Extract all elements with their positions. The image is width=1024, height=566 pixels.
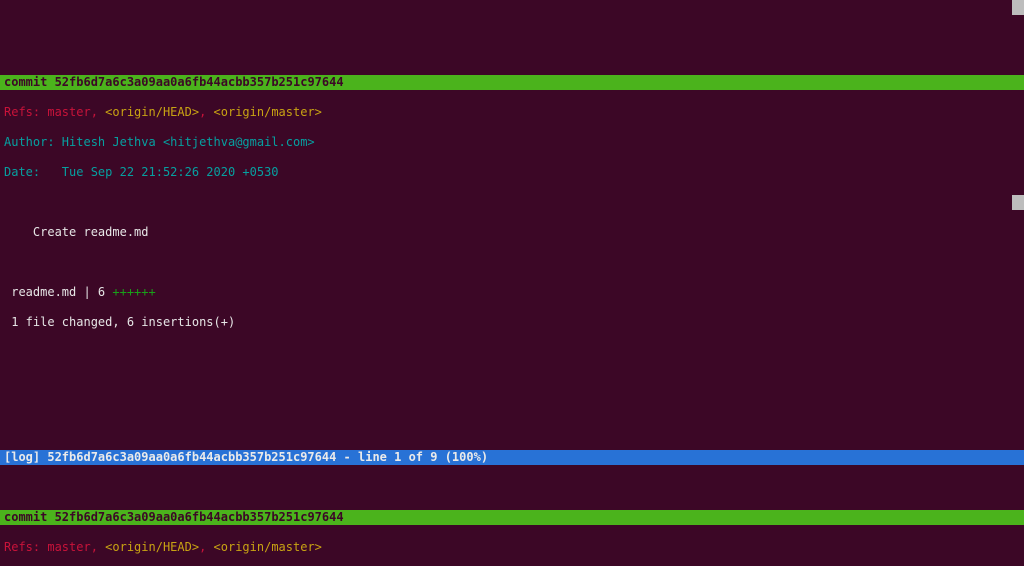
log-stat-file: readme.md | 6 ++++++ xyxy=(0,285,1024,300)
blank xyxy=(0,345,1024,360)
blank xyxy=(0,375,1024,390)
diff-commit-header: commit 52fb6d7a6c3a09aa0a6fb44acbb357b25… xyxy=(0,510,1024,525)
log-refs-line: Refs: master, <origin/HEAD>, <origin/mas… xyxy=(0,105,1024,120)
scrollbar-log[interactable] xyxy=(1012,0,1024,15)
log-commit-header: commit 52fb6d7a6c3a09aa0a6fb44acbb357b25… xyxy=(0,75,1024,90)
log-commit-message: Create readme.md xyxy=(0,225,1024,240)
log-date-line: Date: Tue Sep 22 21:52:26 2020 +0530 xyxy=(0,165,1024,180)
blank xyxy=(0,195,1024,210)
scrollbar-diff[interactable] xyxy=(1012,195,1024,210)
blank xyxy=(0,255,1024,270)
diff-refs-line: Refs: master, <origin/HEAD>, <origin/mas… xyxy=(0,540,1024,555)
log-author-line: Author: Hitesh Jethva <hitjethva@gmail.c… xyxy=(0,135,1024,150)
log-stat-summary: 1 file changed, 6 insertions(+) xyxy=(0,315,1024,330)
log-status-bar: [log] 52fb6d7a6c3a09aa0a6fb44acbb357b251… xyxy=(0,450,1024,465)
blank xyxy=(0,405,1024,420)
